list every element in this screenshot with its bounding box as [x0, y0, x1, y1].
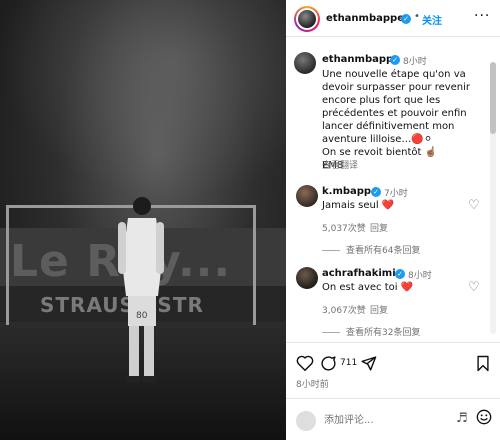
- post-time-ago: 8小时前: [296, 380, 329, 390]
- emoji-icon[interactable]: [476, 409, 492, 425]
- view-replies-button[interactable]: 查看所有64条回复: [322, 243, 420, 256]
- comment-reply-button[interactable]: 回复: [370, 221, 388, 234]
- verified-icon: ✓: [395, 269, 405, 279]
- action-bar: 711 8小时前: [286, 342, 500, 390]
- verified-icon: ✓: [371, 187, 381, 197]
- caption-text: Une nouvelle étape qu'on va devoir surpa…: [322, 69, 471, 171]
- share-icon[interactable]: [360, 355, 377, 372]
- post-photo[interactable]: Le Roy... STRAUSS STR 80: [0, 0, 286, 440]
- microphone-icon[interactable]: ♬: [456, 411, 468, 426]
- comment-reply-button[interactable]: 回复: [370, 303, 388, 316]
- stadium-lights: [0, 0, 286, 200]
- kit-number: 80: [136, 311, 148, 321]
- comment-count: 711: [340, 358, 358, 368]
- scrollbar-thumb[interactable]: [490, 62, 496, 134]
- author-username[interactable]: ethanmbappe: [326, 13, 404, 24]
- author-avatar[interactable]: [294, 6, 320, 32]
- view-replies-button[interactable]: 查看所有32条回复: [322, 325, 420, 338]
- caption-avatar[interactable]: [294, 52, 316, 74]
- caption-time: 8小时: [403, 57, 427, 67]
- comment-composer: ♬: [286, 398, 500, 440]
- verified-icon: ✓: [401, 14, 411, 24]
- comment-like-icon[interactable]: ♡: [468, 198, 480, 213]
- comment-like-icon[interactable]: ♡: [468, 280, 480, 295]
- more-options-icon[interactable]: ···: [474, 8, 490, 24]
- heart-icon[interactable]: [296, 355, 314, 371]
- comment-like-count: 5,037次赞: [322, 224, 366, 234]
- comment-input[interactable]: [324, 411, 444, 429]
- comment-time: 8小时: [408, 271, 432, 281]
- instagram-post-view: Le Roy... STRAUSS STR 80 ethanmbappe ✓ •: [0, 0, 500, 440]
- player-figure: 80: [118, 197, 164, 383]
- comment-avatar[interactable]: [296, 267, 318, 289]
- comment-username[interactable]: k.mbappe: [322, 186, 378, 197]
- view-replies-label: 查看所有32条回复: [346, 328, 421, 338]
- comment-time: 7小时: [384, 189, 408, 199]
- separator-dot: •: [414, 11, 420, 22]
- translate-link[interactable]: 查看翻译: [322, 158, 358, 171]
- bookmark-icon[interactable]: [476, 355, 490, 372]
- post-header: ethanmbappe ✓ • 关注 ···: [286, 0, 500, 37]
- comment-username[interactable]: achrafhakimi: [322, 268, 396, 279]
- comment-text: Jamais seul ❤️: [322, 200, 395, 211]
- reply-dash: [322, 332, 340, 333]
- post-sidebar: ethanmbappe ✓ • 关注 ··· ethanmbappe ✓ 8小时…: [286, 0, 500, 440]
- comment-text: On est avec toi ❤️: [322, 282, 414, 293]
- comment-icon[interactable]: [320, 355, 337, 372]
- reply-dash: [322, 250, 340, 251]
- comment-avatar[interactable]: [296, 185, 318, 207]
- follow-button[interactable]: 关注: [422, 12, 442, 27]
- caption-username[interactable]: ethanmbappe: [322, 54, 400, 65]
- current-user-avatar: [296, 411, 316, 431]
- comment-like-count: 3,067次赞: [322, 306, 366, 316]
- view-replies-label: 查看所有64条回复: [346, 246, 421, 256]
- verified-icon: ✓: [390, 55, 400, 65]
